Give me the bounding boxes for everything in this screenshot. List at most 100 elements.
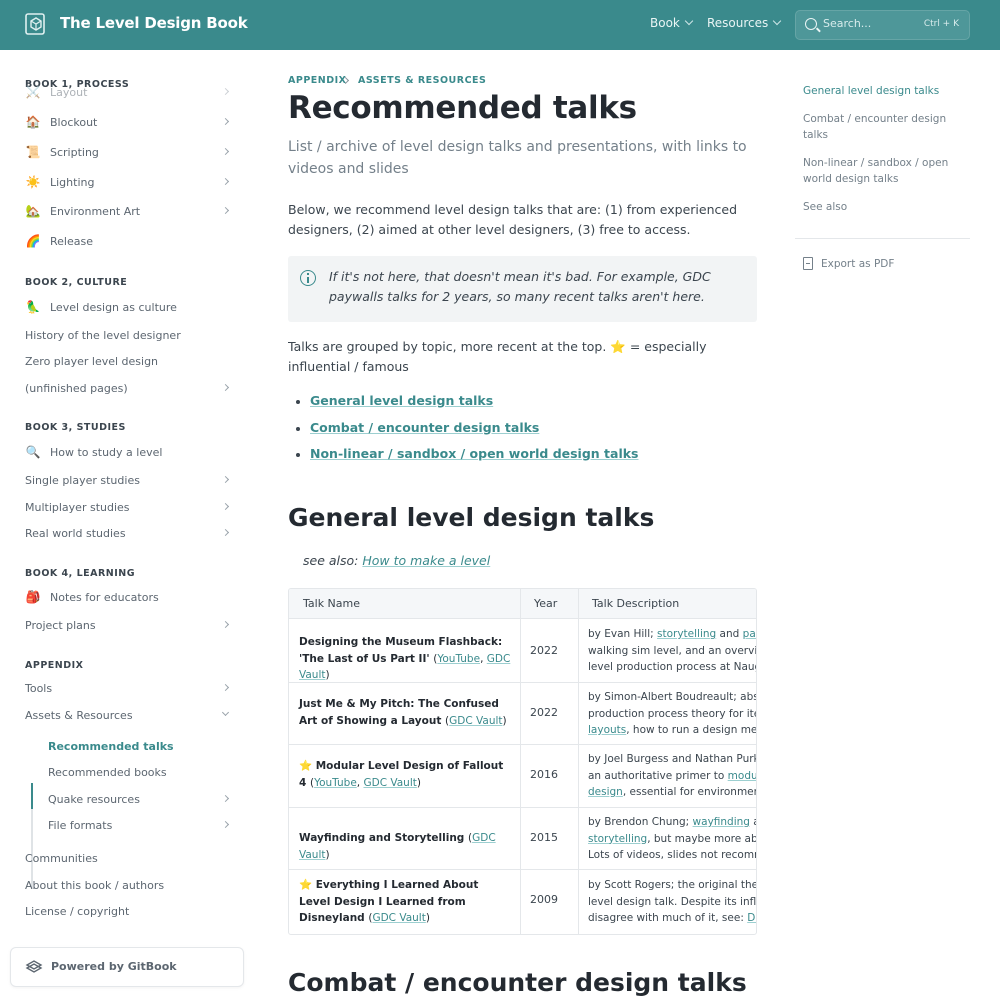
gdc-vault-link[interactable]: GDC Vault	[372, 912, 425, 924]
layouts-link[interactable]: layouts	[588, 724, 626, 736]
chevron-right-icon[interactable]	[221, 117, 230, 126]
chevron-right-icon[interactable]	[221, 177, 230, 186]
breadcrumb-assets-resources[interactable]: ASSETS & RESOURCES	[358, 75, 486, 86]
desc-text: production process theory for itera	[588, 707, 757, 720]
toc-link-nonlinear[interactable]: Non-linear / sandbox / open world design…	[296, 446, 756, 473]
outline-link-see-also[interactable]: See also	[803, 199, 963, 215]
sidebar-item-real-world[interactable]: Real world studies	[25, 522, 240, 544]
sidebar-item-multiplayer[interactable]: Multiplayer studies	[25, 496, 240, 518]
disneyland-link[interactable]: Disne	[747, 912, 756, 924]
youtube-link[interactable]: YouTube	[437, 653, 480, 665]
house-garden-icon: 🏡	[25, 204, 41, 218]
chevron-right-icon[interactable]	[221, 683, 230, 692]
breadcrumb-appendix[interactable]: APPENDIX	[288, 75, 346, 86]
sidebar-item-file-formats[interactable]: File formats	[48, 814, 240, 836]
gdc-vault-link[interactable]: GDC Vault	[363, 777, 416, 789]
sidebar-item-blockout[interactable]: 🏠 Blockout	[25, 111, 240, 133]
modular-link[interactable]: modular	[728, 770, 756, 782]
chevron-right-icon[interactable]	[221, 794, 230, 803]
site-title[interactable]: The Level Design Book	[60, 14, 248, 32]
sidebar-item-label: How to study a level	[50, 445, 163, 459]
chevron-right-icon[interactable]	[221, 383, 230, 392]
sidebar-item-license[interactable]: License / copyright	[25, 900, 240, 922]
scroll-icon: 📜	[25, 145, 41, 159]
section-heading-combat: Combat / encounter design talks	[288, 968, 747, 997]
outline-link-combat[interactable]: Combat / encounter design talks	[803, 111, 963, 143]
sidebar-item-environment-art[interactable]: 🏡 Environment Art	[25, 200, 240, 222]
book-logo-icon[interactable]	[25, 12, 47, 36]
sidebar-heading-appendix: APPENDIX	[25, 660, 84, 671]
sidebar-item-unfinished-pages[interactable]: (unfinished pages)	[25, 377, 240, 399]
talk-description: by Joel Burgess and Nathan Purkey an aut…	[588, 751, 756, 801]
nav-resources[interactable]: Resources	[707, 16, 782, 30]
search-box[interactable]: Search... Ctrl + K	[795, 10, 970, 40]
sidebar-item-how-to-study[interactable]: 🔍 How to study a level	[25, 441, 240, 463]
desc-text: and	[716, 628, 743, 640]
sidebar-item-tools[interactable]: Tools	[25, 677, 240, 699]
sidebar-item-notes-for-educators[interactable]: 🎒 Notes for educators	[25, 586, 240, 608]
chevron-right-icon[interactable]	[221, 206, 230, 215]
chevron-right-icon[interactable]	[221, 528, 230, 537]
nav-book-label: Book	[650, 16, 680, 30]
chevron-down-icon	[773, 16, 782, 26]
sidebar-item-label: Real world studies	[25, 526, 126, 540]
sidebar-item-quake-resources[interactable]: Quake resources	[48, 788, 240, 810]
sidebar-item-lighting[interactable]: ☀️ Lighting	[25, 171, 240, 193]
sidebar-item-about[interactable]: About this book / authors	[25, 874, 240, 896]
search-input[interactable]: Search...	[823, 17, 871, 30]
sidebar-item-label: License / copyright	[25, 904, 130, 918]
pacing-link[interactable]: pacin	[743, 628, 756, 640]
toc-link-general[interactable]: General level design talks	[296, 393, 756, 420]
info-icon	[300, 270, 316, 286]
sidebar-item-label: History of the level designer	[25, 328, 181, 342]
youtube-link[interactable]: YouTube	[314, 777, 357, 789]
chevron-right-icon[interactable]	[221, 475, 230, 484]
punctuation: )	[325, 848, 330, 861]
sidebar-item-assets-resources[interactable]: Assets & Resources	[25, 704, 240, 726]
sidebar-item-label: Zero player level design	[25, 354, 159, 368]
gdc-vault-link[interactable]: GDC Vault	[449, 715, 502, 727]
chevron-right-icon[interactable]	[221, 620, 230, 629]
see-also-prefix: see also:	[303, 553, 363, 568]
sidebar-item-label: Blockout	[50, 115, 98, 129]
page-description: List / archive of level design talks and…	[288, 139, 747, 177]
sidebar-item-release[interactable]: 🌈 Release	[25, 230, 240, 252]
chevron-right-icon[interactable]	[221, 502, 230, 511]
punctuation: )	[416, 776, 421, 789]
nav-book[interactable]: Book	[650, 16, 694, 30]
how-to-make-a-level-link[interactable]: How to make a level	[362, 553, 490, 568]
table-row: Wayfinding and Storytelling (GDC Vault) …	[289, 808, 756, 870]
talk-description: by Evan Hill; storytelling and pacin wal…	[588, 626, 756, 676]
sidebar-item-label: Lighting	[50, 175, 95, 189]
sidebar-item-zero-player[interactable]: Zero player level design	[25, 350, 240, 372]
sidebar-item-project-plans[interactable]: Project plans	[25, 614, 240, 636]
sidebar-item-communities[interactable]: Communities	[25, 847, 240, 869]
table-row: ⭐ Modular Level Design of Fallout 4 (You…	[289, 745, 756, 808]
sidebar-item-single-player[interactable]: Single player studies	[25, 469, 240, 491]
sidebar-item-label: Scripting	[50, 145, 99, 159]
export-pdf-button[interactable]: Export as PDF	[803, 257, 894, 270]
design-link[interactable]: design	[588, 786, 623, 798]
outline-link-general[interactable]: General level design talks	[803, 83, 963, 99]
sidebar-item-scripting[interactable]: 📜 Scripting	[25, 141, 240, 163]
chevron-right-icon[interactable]	[221, 87, 230, 96]
sidebar-item-layout[interactable]: ⚔️ Layout	[25, 81, 240, 103]
outline-link-nonlinear[interactable]: Non-linear / sandbox / open world design…	[803, 155, 963, 187]
nav-resources-label: Resources	[707, 16, 769, 30]
chevron-down-icon[interactable]	[221, 708, 230, 717]
grouping-paragraph: Talks are grouped by topic, more recent …	[288, 339, 707, 374]
powered-by-gitbook[interactable]: Powered by GitBook	[10, 947, 244, 987]
sidebar-item-recommended-books[interactable]: Recommended books	[48, 761, 240, 783]
sidebar-item-level-design-as-culture[interactable]: 🦜 Level design as culture	[25, 296, 240, 318]
storytelling-link[interactable]: storytelling	[657, 628, 716, 640]
wayfinding-link[interactable]: wayfinding	[693, 816, 750, 828]
sidebar-item-label: Assets & Resources	[25, 708, 133, 722]
toc-link-combat[interactable]: Combat / encounter design talks	[296, 420, 756, 447]
chevron-right-icon[interactable]	[221, 820, 230, 829]
sidebar-item-history[interactable]: History of the level designer	[25, 324, 240, 346]
chevron-right-icon[interactable]	[221, 147, 230, 156]
desc-text: , essential for environment a	[622, 786, 756, 798]
storytelling-link[interactable]: storytelling	[588, 833, 647, 845]
sidebar-item-recommended-talks[interactable]: Recommended talks	[48, 735, 240, 757]
talk-description: by Brendon Chung; wayfinding and storyte…	[588, 814, 756, 864]
